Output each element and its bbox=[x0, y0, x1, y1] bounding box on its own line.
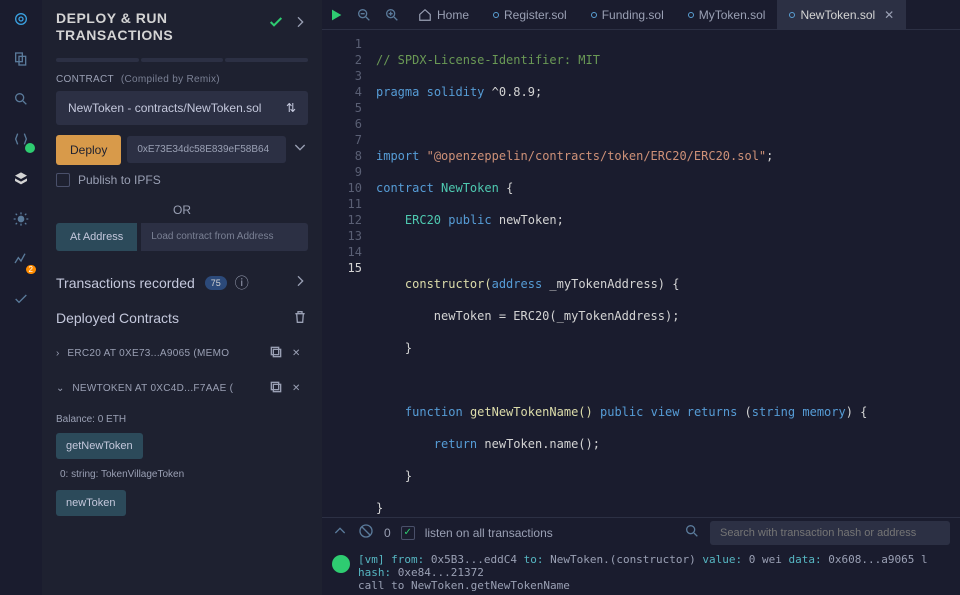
function-button[interactable]: getNewToken bbox=[56, 433, 143, 459]
tab-file[interactable]: NewToken.sol✕ bbox=[777, 0, 906, 30]
editor-area: Home Register.sol Funding.sol MyToken.so… bbox=[322, 0, 960, 595]
transactions-header[interactable]: Transactions recorded 75 ⓘ bbox=[56, 273, 308, 293]
check-icon bbox=[268, 14, 284, 35]
tab-file[interactable]: Funding.sol bbox=[579, 0, 676, 30]
plugin-icon[interactable] bbox=[10, 288, 32, 310]
chevron-down-icon[interactable] bbox=[292, 139, 308, 160]
search-icon[interactable] bbox=[10, 88, 32, 110]
function-result: 0: string: TokenVillageToken bbox=[60, 469, 308, 480]
line-gutter: 123456789101112131415 bbox=[322, 30, 376, 517]
debug-icon[interactable] bbox=[10, 208, 32, 230]
analytics-icon[interactable]: 2 bbox=[10, 248, 32, 270]
listen-label: listen on all transactions bbox=[425, 526, 553, 540]
zoom-in-icon[interactable] bbox=[378, 7, 406, 23]
close-icon[interactable]: ✕ bbox=[292, 383, 308, 394]
files-icon[interactable] bbox=[10, 48, 32, 70]
chevron-right-icon[interactable] bbox=[292, 14, 308, 35]
compiler-icon[interactable] bbox=[10, 128, 32, 150]
contract-select[interactable]: NewToken - contracts/NewToken.sol⇅ bbox=[56, 91, 308, 125]
terminal-output[interactable]: [vm] from: 0x5B3...eddC4 to: NewToken.(c… bbox=[322, 547, 960, 595]
tx-count-badge: 75 bbox=[205, 276, 227, 290]
at-address-input[interactable]: Load contract from Address bbox=[141, 223, 308, 251]
close-icon[interactable]: ✕ bbox=[884, 8, 894, 22]
collapse-icon[interactable] bbox=[332, 523, 348, 542]
deploy-address: 0xE73E34dc58E839eF58B64 bbox=[127, 136, 286, 163]
contract-instance[interactable]: ⌄ NEWTOKEN AT 0XC4D...F7AAE ( ✕ bbox=[56, 371, 308, 406]
terminal-bar: 0 ✓ listen on all transactions bbox=[322, 517, 960, 547]
search-icon[interactable] bbox=[684, 523, 700, 542]
deploy-icon[interactable] bbox=[10, 168, 32, 190]
listen-checkbox[interactable]: ✓ bbox=[401, 526, 415, 540]
clear-icon[interactable] bbox=[358, 523, 374, 542]
panel-title: DEPLOY & RUN TRANSACTIONS bbox=[56, 10, 173, 44]
play-icon[interactable] bbox=[322, 7, 350, 23]
info-icon[interactable]: ⓘ bbox=[235, 273, 249, 293]
chevron-down-icon[interactable]: ⌄ bbox=[56, 383, 64, 394]
zoom-out-icon[interactable] bbox=[350, 7, 378, 23]
close-icon[interactable]: ✕ bbox=[292, 348, 308, 359]
tab-file[interactable]: Register.sol bbox=[481, 0, 579, 30]
tab-file[interactable]: MyToken.sol bbox=[676, 0, 778, 30]
tab-home[interactable]: Home bbox=[406, 0, 481, 30]
at-address-button[interactable]: At Address bbox=[56, 223, 137, 251]
publish-ipfs-checkbox[interactable]: Publish to IPFS bbox=[56, 173, 308, 187]
deployed-header: Deployed Contracts bbox=[56, 309, 308, 328]
balance-label: Balance: 0 ETH bbox=[56, 414, 308, 425]
function-button[interactable]: newToken bbox=[56, 490, 126, 516]
contract-label: CONTRACT (Compiled by Remix) bbox=[56, 74, 308, 85]
code-editor[interactable]: 123456789101112131415 // SPDX-License-Id… bbox=[322, 30, 960, 517]
remix-logo-icon[interactable] bbox=[10, 8, 32, 30]
chevron-right-icon[interactable]: › bbox=[56, 348, 59, 359]
updown-icon: ⇅ bbox=[286, 101, 296, 115]
deploy-button[interactable]: Deploy bbox=[56, 135, 121, 165]
copy-icon[interactable] bbox=[268, 379, 284, 398]
copy-icon[interactable] bbox=[268, 344, 284, 363]
deploy-panel: DEPLOY & RUN TRANSACTIONS CONTRACT (Comp… bbox=[42, 0, 322, 595]
trash-icon[interactable] bbox=[292, 309, 308, 328]
icon-sidebar: 2 bbox=[0, 0, 42, 595]
pending-count: 0 bbox=[384, 526, 391, 540]
success-icon bbox=[332, 555, 350, 573]
contract-instance[interactable]: › ERC20 AT 0XE73...A9065 (MEMO ✕ bbox=[56, 336, 308, 371]
or-divider: OR bbox=[56, 203, 308, 217]
terminal-search-input[interactable] bbox=[710, 521, 950, 545]
chevron-right-icon[interactable] bbox=[292, 273, 308, 292]
